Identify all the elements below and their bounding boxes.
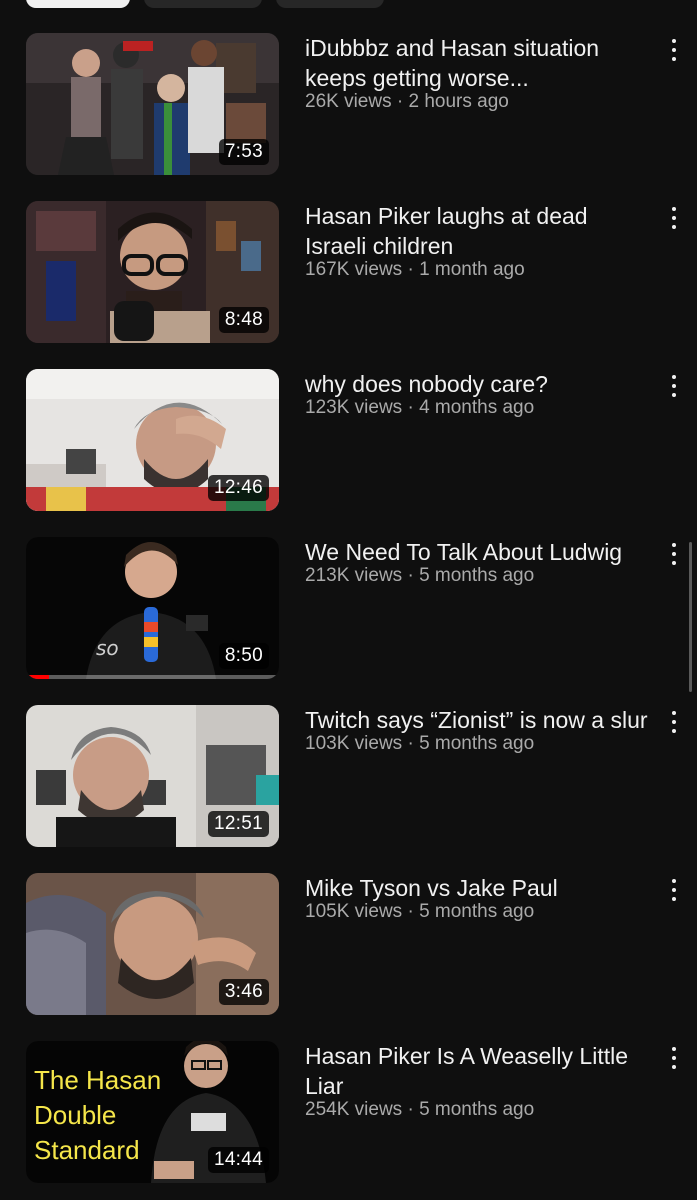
video-title[interactable]: iDubbbz and Hasan situation keeps gettin… <box>305 33 650 93</box>
video-duration: 3:46 <box>218 979 269 1005</box>
video-item[interactable]: 8:48 Hasan Piker laughs at dead Israeli … <box>26 201 686 345</box>
video-title[interactable]: why does nobody care? <box>305 369 650 399</box>
video-age: 5 months ago <box>419 1099 535 1120</box>
video-item[interactable]: 3:46 Mike Tyson vs Jake Paul 105K views … <box>26 873 686 1017</box>
video-duration: 12:46 <box>207 475 269 501</box>
video-info[interactable]: Twitch says “Zionist” is now a slur 103K… <box>305 705 650 756</box>
more-options-icon[interactable] <box>662 373 686 399</box>
video-meta: 103K views · 5 months ago <box>305 732 650 756</box>
scrollbar[interactable] <box>689 542 692 692</box>
video-meta: 123K views · 4 months ago <box>305 396 650 420</box>
filter-chip[interactable] <box>144 0 262 8</box>
thumbnail-overlay-title: The Hasan Double Standard <box>34 1063 161 1168</box>
video-thumbnail[interactable]: 8:48 <box>26 201 279 343</box>
video-info[interactable]: Hasan Piker laughs at dead Israeli child… <box>305 201 650 282</box>
video-item[interactable]: so 8:50 We Need To Talk About Ludwig 213… <box>26 537 686 681</box>
video-meta: 213K views · 5 months ago <box>305 564 650 588</box>
video-age: 4 months ago <box>419 397 535 418</box>
meta-separator: · <box>402 397 420 418</box>
video-info[interactable]: why does nobody care? 123K views · 4 mon… <box>305 369 650 420</box>
video-views: 254K views <box>305 1099 403 1120</box>
video-thumbnail[interactable]: The Hasan Double Standard 14:44 <box>26 1041 279 1183</box>
video-age: 5 months ago <box>419 901 535 922</box>
watch-progress-fill <box>26 675 49 679</box>
video-age: 5 months ago <box>419 733 535 754</box>
meta-separator: · <box>402 733 420 754</box>
more-options-icon[interactable] <box>662 37 686 63</box>
video-info[interactable]: Mike Tyson vs Jake Paul 105K views · 5 m… <box>305 873 650 924</box>
svg-text:so: so <box>96 636 119 660</box>
watch-progress-bar <box>26 675 279 679</box>
video-duration: 7:53 <box>218 139 269 165</box>
video-views: 213K views <box>305 565 403 586</box>
video-age: 5 months ago <box>419 565 535 586</box>
video-views: 105K views <box>305 901 403 922</box>
video-meta: 167K views · 1 month ago <box>305 258 650 282</box>
more-options-icon[interactable] <box>662 877 686 903</box>
video-views: 26K views <box>305 91 392 112</box>
video-item[interactable]: 12:51 Twitch says “Zionist” is now a slu… <box>26 705 686 849</box>
video-item[interactable]: The Hasan Double Standard 14:44 Hasan Pi… <box>26 1041 686 1185</box>
filter-chip[interactable] <box>276 0 384 8</box>
video-thumbnail[interactable]: 3:46 <box>26 873 279 1015</box>
thumbnail-text-line: The Hasan <box>34 1065 162 1095</box>
video-title[interactable]: We Need To Talk About Ludwig <box>305 537 650 567</box>
more-options-icon[interactable] <box>662 709 686 735</box>
video-thumbnail[interactable]: so 8:50 <box>26 537 279 679</box>
video-title[interactable]: Hasan Piker Is A Weaselly Little Liar <box>305 1041 650 1101</box>
thumbnail-text-line: Standard <box>34 1135 140 1165</box>
thumbnail-text-line: Double <box>34 1100 117 1130</box>
video-meta: 254K views · 5 months ago <box>305 1098 650 1122</box>
meta-separator: · <box>402 1099 420 1120</box>
video-age: 1 month ago <box>419 259 525 280</box>
more-options-icon[interactable] <box>662 541 686 567</box>
video-info[interactable]: iDubbbz and Hasan situation keeps gettin… <box>305 33 650 114</box>
video-item[interactable]: 12:46 why does nobody care? 123K views ·… <box>26 369 686 513</box>
video-views: 103K views <box>305 733 403 754</box>
video-thumbnail[interactable]: 7:53 <box>26 33 279 175</box>
meta-separator: · <box>391 91 409 112</box>
meta-separator: · <box>402 565 420 586</box>
video-duration: 12:51 <box>207 811 269 837</box>
more-options-icon[interactable] <box>662 205 686 231</box>
filter-chip-active[interactable] <box>26 0 130 8</box>
video-title[interactable]: Twitch says “Zionist” is now a slur <box>305 705 650 735</box>
video-thumbnail[interactable]: 12:46 <box>26 369 279 511</box>
video-duration: 14:44 <box>207 1147 269 1173</box>
video-meta: 105K views · 5 months ago <box>305 900 650 924</box>
video-thumbnail[interactable]: 12:51 <box>26 705 279 847</box>
video-age: 2 hours ago <box>408 91 509 112</box>
video-item[interactable]: 7:53 iDubbbz and Hasan situation keeps g… <box>26 33 686 177</box>
video-views: 167K views <box>305 259 403 280</box>
video-views: 123K views <box>305 397 403 418</box>
meta-separator: · <box>402 901 420 922</box>
video-duration: 8:50 <box>218 643 269 669</box>
video-info[interactable]: We Need To Talk About Ludwig 213K views … <box>305 537 650 588</box>
video-title[interactable]: Hasan Piker laughs at dead Israeli child… <box>305 201 650 261</box>
meta-separator: · <box>402 259 420 280</box>
video-info[interactable]: Hasan Piker Is A Weaselly Little Liar 25… <box>305 1041 650 1122</box>
video-meta: 26K views · 2 hours ago <box>305 90 650 114</box>
filter-chips <box>26 0 384 8</box>
video-duration: 8:48 <box>218 307 269 333</box>
more-options-icon[interactable] <box>662 1045 686 1071</box>
video-title[interactable]: Mike Tyson vs Jake Paul <box>305 873 650 903</box>
video-list-page: 7:53 iDubbbz and Hasan situation keeps g… <box>0 0 697 1200</box>
